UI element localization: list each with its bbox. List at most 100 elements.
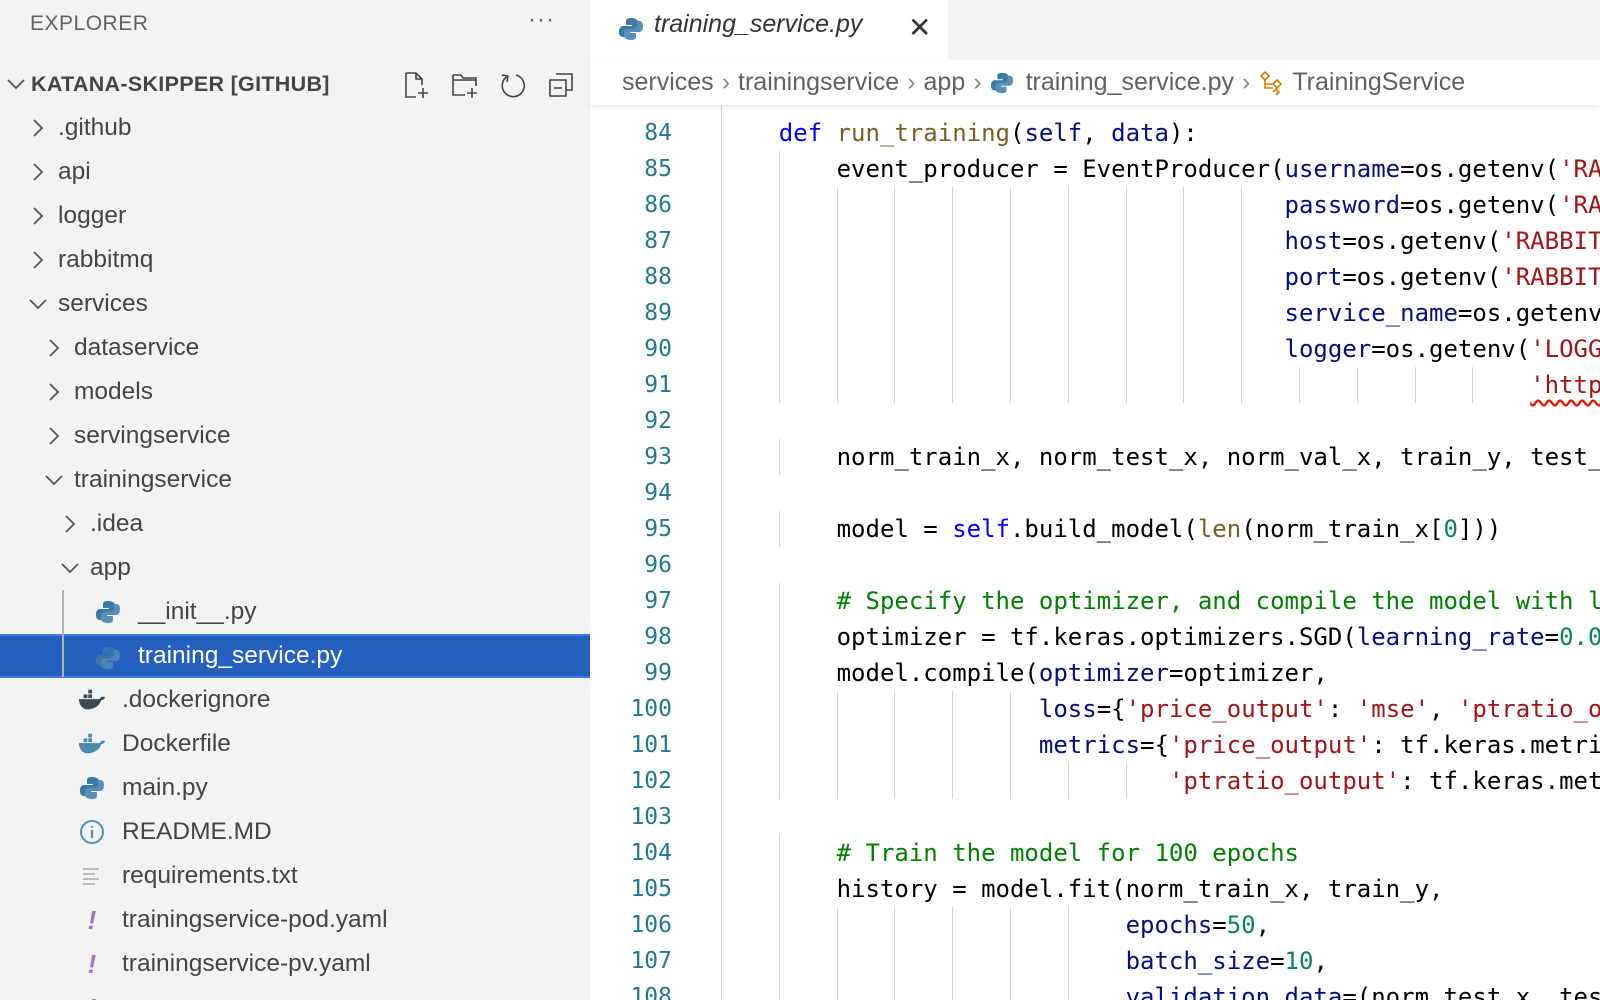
tree-folder[interactable]: api xyxy=(0,150,590,194)
code-editor[interactable]: 8384 def run_training(self, data):85 eve… xyxy=(590,105,1600,1000)
indent-guide xyxy=(836,763,838,799)
breadcrumb-class[interactable]: TrainingService xyxy=(1292,68,1465,97)
indent-guide xyxy=(1010,727,1011,763)
tree-item-label: README.MD xyxy=(122,818,272,845)
tree-folder[interactable]: services xyxy=(0,282,590,326)
yaml-icon: ! xyxy=(87,904,97,935)
indent-guide xyxy=(1241,367,1243,403)
tree-folder[interactable]: models xyxy=(0,370,590,414)
tree-file[interactable]: ! trainingservice-pod.yaml xyxy=(0,898,590,942)
code-token: =os.getenv( xyxy=(1342,263,1502,291)
tab-training-service[interactable]: training_service.py ✕ xyxy=(590,0,948,60)
code-line[interactable]: batch_size=10, xyxy=(721,943,1328,979)
info-icon xyxy=(78,818,106,846)
tree-item-label: .dockerignore xyxy=(122,686,271,713)
tree-item-label: trainingservice xyxy=(74,466,232,493)
line-number: 106 xyxy=(630,912,672,938)
indent-guide xyxy=(1183,367,1185,403)
code-line[interactable]: model = self.build_model(len(norm_train_… xyxy=(721,511,1502,547)
code-token: 'RA xyxy=(1559,155,1600,183)
collapse-all-icon[interactable] xyxy=(546,70,576,100)
tree-folder[interactable]: logger xyxy=(0,194,590,238)
line-number: 87 xyxy=(644,228,672,254)
tree-file[interactable]: Dockerfile xyxy=(0,722,590,766)
code-line[interactable]: logger=os.getenv('LOGG xyxy=(721,331,1600,367)
close-icon[interactable]: ✕ xyxy=(908,14,931,42)
code-line[interactable]: port=os.getenv('RABBIT xyxy=(721,259,1600,295)
tree-folder[interactable]: dataservice xyxy=(0,326,590,370)
code-line[interactable]: epochs=50, xyxy=(721,907,1271,943)
tree-folder[interactable]: .github xyxy=(0,106,590,150)
code-token: 'price_output' xyxy=(1125,695,1328,723)
indent-guide xyxy=(1125,295,1127,331)
code-token: , xyxy=(1429,695,1458,723)
indent-guide xyxy=(952,979,954,1000)
code-line[interactable]: optimizer = tf.keras.optimizers.SGD(lear… xyxy=(721,619,1600,655)
code-line[interactable]: 'ptratio_output': tf.keras.met xyxy=(721,763,1600,799)
code-token: =os.getenv xyxy=(1457,299,1600,327)
code-line[interactable]: 'http xyxy=(721,367,1600,403)
refresh-icon[interactable] xyxy=(498,70,528,100)
code-token: 'RABBIT xyxy=(1501,263,1600,291)
tree-file[interactable]: ! trainingservice-pv.yaml xyxy=(0,942,590,986)
tree-item-label: models xyxy=(74,378,153,405)
tree-folder[interactable]: rabbitmq xyxy=(0,238,590,282)
chevron-right-icon xyxy=(33,119,44,137)
code-line[interactable]: history = model.fit(norm_train_x, train_… xyxy=(721,871,1444,907)
code-line[interactable]: norm_train_x, norm_test_x, norm_val_x, t… xyxy=(721,439,1600,475)
indent-guide xyxy=(1010,223,1011,259)
code-line[interactable]: event_producer = EventProducer(username=… xyxy=(721,151,1600,187)
indent-guide xyxy=(1067,223,1069,259)
tree-folder[interactable]: trainingservice xyxy=(0,458,590,502)
code-line[interactable]: service_name=os.getenv xyxy=(721,295,1600,331)
tree-file[interactable]: .dockerignore xyxy=(0,678,590,722)
tree-file[interactable]: README.MD xyxy=(0,810,590,854)
indent-guide xyxy=(778,259,780,295)
code-line[interactable]: loss={'price_output': 'mse', 'ptratio_o xyxy=(721,691,1600,727)
indent-guide xyxy=(1414,367,1416,403)
tree-item-label: .idea xyxy=(90,510,144,537)
breadcrumb-trainingservice[interactable]: trainingservice xyxy=(738,68,899,97)
workspace-root[interactable]: KATANA-SKIPPER [GITHUB] xyxy=(0,62,590,106)
code-line[interactable]: metrics={'price_output': tf.keras.metri xyxy=(721,727,1600,763)
ellipsis-icon[interactable]: ··· xyxy=(528,6,555,34)
code-token: 0.0 xyxy=(1559,623,1600,651)
tree-file[interactable]: requirements.txt xyxy=(0,854,590,898)
indent-guide xyxy=(1241,331,1243,367)
tree-file[interactable]: main.py xyxy=(0,766,590,810)
indent-guide xyxy=(1067,907,1069,943)
indent-guide xyxy=(1010,187,1011,223)
new-file-icon[interactable] xyxy=(402,70,432,100)
code-token: data xyxy=(1111,119,1169,147)
tree-item-label: app xyxy=(90,554,131,581)
tree-file[interactable]: __init__.py xyxy=(0,590,590,634)
python-icon xyxy=(94,644,122,672)
code-line[interactable]: # Train the model for 100 epochs xyxy=(721,835,1299,871)
line-number: 89 xyxy=(644,300,672,326)
tree-file[interactable]: ! xyxy=(0,986,590,1000)
new-folder-icon[interactable] xyxy=(450,70,480,100)
code-token: len xyxy=(1197,515,1242,543)
code-line[interactable]: model.compile(optimizer=optimizer, xyxy=(721,655,1328,691)
code-line[interactable]: password=os.getenv('RA xyxy=(721,187,1600,223)
breadcrumb-services[interactable]: services xyxy=(622,68,714,97)
breadcrumb-file[interactable]: training_service.py xyxy=(1026,68,1234,97)
line-number: 86 xyxy=(644,192,672,218)
docker-icon xyxy=(78,686,106,714)
line-number: 100 xyxy=(630,696,672,722)
tree-folder[interactable]: app xyxy=(0,546,590,590)
code-token: self xyxy=(1024,119,1083,147)
tree-folder[interactable]: .idea xyxy=(0,502,590,546)
code-line[interactable]: def run_training(self, data): xyxy=(721,115,1198,151)
tree-item-label: logger xyxy=(58,202,127,229)
code-line[interactable]: validation_data=(norm_test_x, tes xyxy=(721,979,1600,1000)
code-line[interactable]: # Specify the optimizer, and compile the… xyxy=(721,583,1600,619)
line-number: 103 xyxy=(630,804,672,830)
tree-file[interactable]: training_service.py xyxy=(0,634,590,678)
breadcrumb-app[interactable]: app xyxy=(924,68,966,97)
indent-guide xyxy=(836,295,838,331)
code-line[interactable]: host=os.getenv('RABBIT xyxy=(721,223,1600,259)
tree-folder[interactable]: servingservice xyxy=(0,414,590,458)
